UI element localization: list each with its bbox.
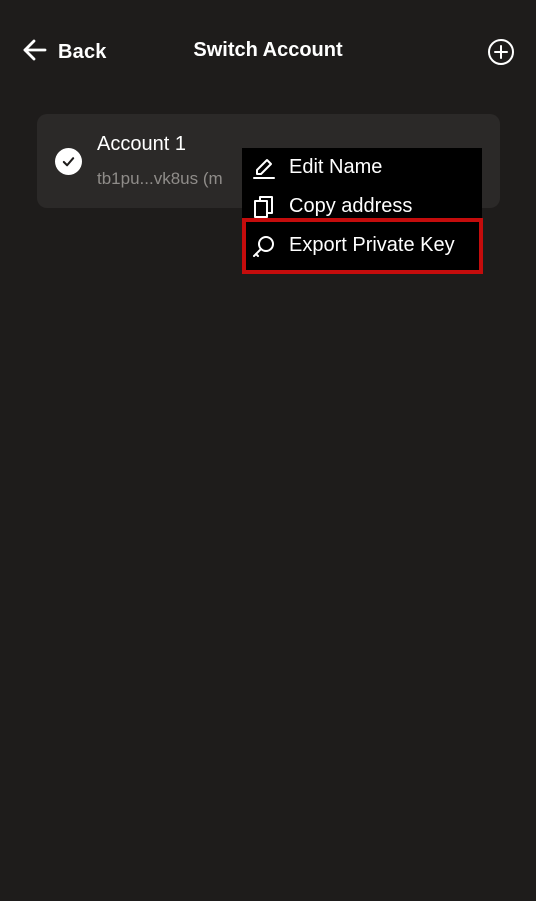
switch-account-screen: Back Switch Account Account 1 tb1pu...vk… — [0, 0, 536, 901]
menu-item-label: Edit Name — [289, 156, 383, 178]
menu-item-copy-address[interactable]: Copy address — [242, 187, 482, 226]
account-context-menu: Edit Name Copy address Export Private Ke… — [242, 148, 482, 272]
menu-item-export-private-key[interactable]: Export Private Key — [242, 226, 482, 265]
header: Back Switch Account — [0, 0, 536, 104]
menu-item-edit-name[interactable]: Edit Name — [242, 148, 482, 187]
add-account-button[interactable] — [487, 38, 515, 66]
menu-item-label: Export Private Key — [289, 234, 455, 256]
pencil-icon — [251, 155, 277, 181]
account-address: tb1pu...vk8us (m — [97, 169, 223, 188]
key-icon — [251, 233, 277, 259]
account-name: Account 1 — [97, 133, 186, 155]
plus-circle-icon — [487, 39, 515, 70]
menu-item-label: Copy address — [289, 195, 413, 217]
copy-icon — [251, 194, 277, 220]
page-title: Switch Account — [193, 39, 343, 61]
check-circle-icon — [55, 148, 82, 175]
